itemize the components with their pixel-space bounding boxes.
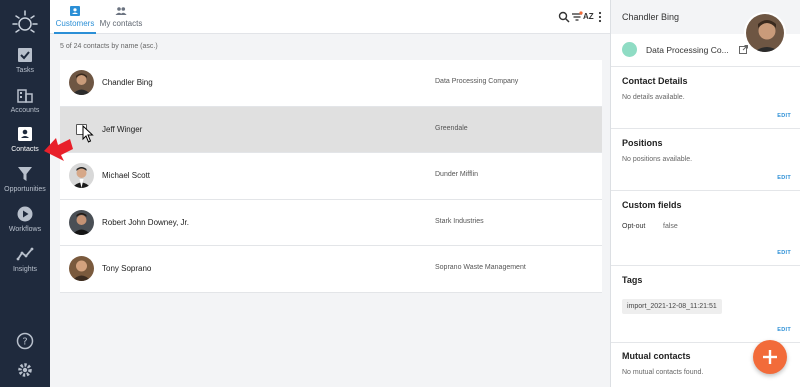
- contact-company: Dunder Mifflin: [435, 171, 479, 178]
- section-title: Positions: [622, 138, 663, 148]
- section-title: Custom fields: [622, 200, 682, 210]
- tab-bar: Customers My contacts AZ: [50, 0, 610, 34]
- sidebar-item-label: Workflows: [8, 226, 42, 233]
- contact-name: Chandler Bing: [102, 78, 153, 87]
- avatar: [69, 70, 94, 95]
- contact-company: Greendale: [435, 124, 468, 132]
- play-circle-icon: [17, 206, 33, 222]
- contact-company: Soprano Waste Management: [435, 264, 526, 271]
- section-text: No mutual contacts found.: [622, 369, 704, 376]
- list-count: 5 of 24 contacts by name (asc.): [60, 43, 158, 50]
- avatar: [69, 256, 94, 281]
- edit-tags-button[interactable]: EDIT: [777, 327, 791, 333]
- table-row[interactable]: Jeff Winger Greendale: [60, 106, 602, 153]
- custom-field-label: Opt-out: [622, 223, 646, 230]
- tab-my-contacts[interactable]: My contacts: [98, 5, 144, 34]
- contact-company: Stark Industries: [435, 217, 484, 225]
- mouse-cursor-icon: [82, 125, 94, 143]
- more-vertical-icon[interactable]: [597, 11, 603, 23]
- contact-name: Tony Soprano: [102, 264, 152, 273]
- tag-chip[interactable]: import_2021-12-08_11:21:51: [622, 299, 722, 314]
- search-icon[interactable]: [558, 11, 570, 23]
- contact-detail-panel: Chandler Bing Data Processing Co... Cont…: [610, 0, 800, 387]
- section-text: No positions available.: [622, 156, 693, 163]
- tab-customers[interactable]: Customers: [54, 5, 96, 34]
- edit-contact-details-button[interactable]: EDIT: [777, 113, 791, 119]
- avatar: [69, 209, 94, 235]
- sidebar-item-insights[interactable]: Insights: [0, 245, 50, 285]
- checkbox-icon: [18, 48, 32, 62]
- sidebar-item-tasks[interactable]: Tasks: [0, 46, 50, 86]
- plus-icon: [763, 350, 777, 364]
- tab-label: My contacts: [99, 19, 143, 28]
- section-contact-details: Contact Details No details available. ED…: [611, 66, 800, 124]
- contact-name: Robert John Downey, Jr.: [102, 217, 190, 227]
- contact-name: Michael Scott: [102, 171, 151, 180]
- sidebar-item-label: Insights: [12, 266, 38, 273]
- section-title: Mutual contacts: [622, 351, 691, 361]
- gear-icon[interactable]: [16, 361, 34, 379]
- sidebar-item-opportunities[interactable]: Opportunities: [0, 165, 50, 205]
- table-row[interactable]: Chandler Bing Data Processing Company: [60, 60, 602, 107]
- building-icon: [17, 89, 33, 103]
- help-icon[interactable]: ?: [16, 332, 34, 350]
- edit-positions-button[interactable]: EDIT: [777, 175, 791, 181]
- section-text: No details available.: [622, 94, 685, 101]
- sidebar-item-workflows[interactable]: Workflows: [0, 205, 50, 245]
- sidebar: Tasks Accounts Contacts Opportunities Wo…: [0, 0, 50, 387]
- sort-az-icon[interactable]: AZ: [583, 12, 594, 21]
- detail-contact-name: Chandler Bing: [622, 12, 680, 22]
- table-row[interactable]: Robert John Downey, Jr. Stark Industries: [60, 199, 602, 246]
- section-title: Contact Details: [622, 76, 688, 86]
- sidebar-item-label: Accounts: [10, 107, 40, 114]
- add-button[interactable]: [753, 340, 787, 374]
- svg-text:?: ?: [22, 337, 27, 348]
- table-row[interactable]: Michael Scott Dunder Mifflin: [60, 153, 602, 200]
- contact-card-icon: [18, 127, 32, 141]
- contact-name: Jeff Winger: [102, 124, 143, 134]
- section-title: Tags: [622, 275, 643, 285]
- avatar: [69, 163, 94, 188]
- filter-icon[interactable]: [571, 11, 583, 23]
- contact-card-icon: [70, 6, 80, 16]
- contact-company: Data Processing Company: [435, 78, 519, 85]
- detail-company-name: Data Processing Co...: [646, 45, 729, 55]
- edit-custom-fields-button[interactable]: EDIT: [777, 250, 791, 256]
- table-row[interactable]: Tony Soprano Soprano Waste Management: [60, 246, 602, 293]
- section-positions: Positions No positions available. EDIT: [611, 128, 800, 186]
- sidebar-item-accounts[interactable]: Accounts: [0, 86, 50, 126]
- section-custom-fields: Custom fields Opt-out false EDIT: [611, 190, 800, 260]
- custom-field-value: false: [663, 223, 678, 230]
- pointer-arrow-icon: [44, 138, 73, 161]
- sidebar-item-label: Tasks: [16, 67, 34, 74]
- sun-logo-icon[interactable]: [11, 8, 39, 36]
- contacts-list: Chandler Bing Data Processing Company Je…: [60, 60, 602, 293]
- tab-label: Customers: [55, 19, 95, 28]
- detail-avatar: [744, 12, 786, 54]
- company-logo-icon: [622, 42, 637, 57]
- funnel-icon: [18, 167, 32, 181]
- people-icon: [115, 7, 127, 15]
- sidebar-item-label: Opportunities: [4, 186, 46, 193]
- contacts-list-panel: Customers My contacts AZ 5 of 24 contact…: [50, 0, 610, 387]
- external-link-icon[interactable]: [739, 45, 748, 54]
- section-tags: Tags import_2021-12-08_11:21:51 EDIT: [611, 265, 800, 340]
- trend-line-icon: [16, 247, 34, 261]
